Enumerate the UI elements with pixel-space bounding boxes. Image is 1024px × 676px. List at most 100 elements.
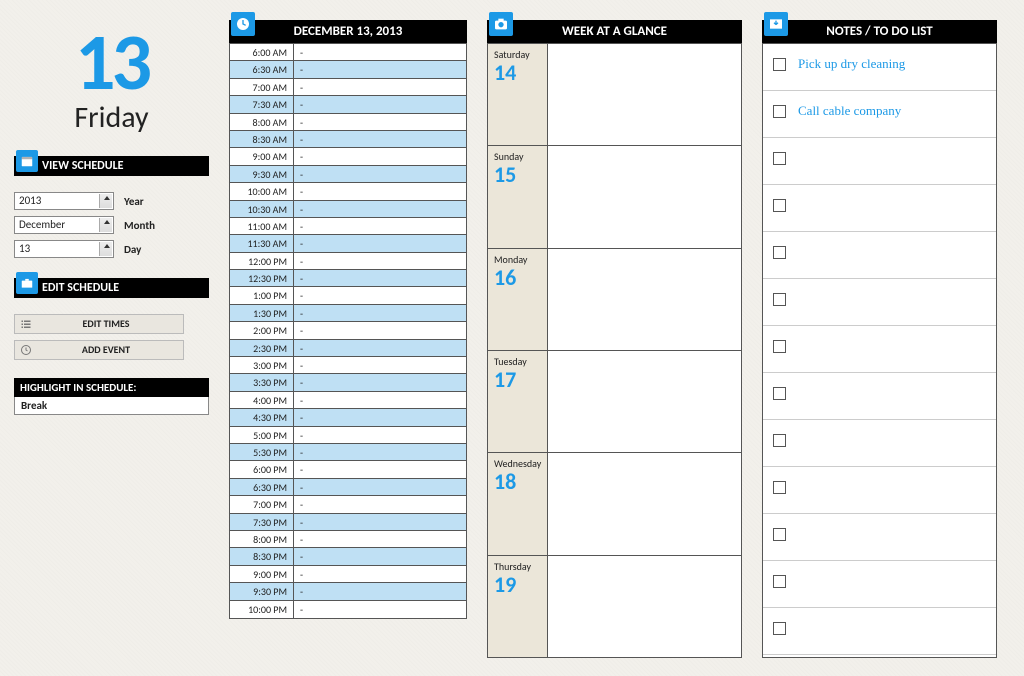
schedule-cell[interactable]: - [294,566,466,582]
schedule-row[interactable]: 6:30 AM- [230,61,466,78]
schedule-row[interactable]: 8:00 AM- [230,114,466,131]
day-spinner[interactable]: 13 [14,240,114,258]
todo-item[interactable] [763,608,996,655]
schedule-cell[interactable]: - [294,583,466,599]
schedule-cell[interactable]: - [294,427,466,443]
todo-item[interactable] [763,514,996,561]
todo-item[interactable] [763,420,996,467]
schedule-row[interactable]: 5:30 PM- [230,444,466,461]
todo-item[interactable] [763,373,996,420]
schedule-cell[interactable]: - [294,201,466,217]
checkbox[interactable] [773,481,786,494]
week-day-row[interactable]: Wednesday18 [488,453,741,555]
week-day-row[interactable]: Saturday14 [488,44,741,146]
schedule-row[interactable]: 9:30 PM- [230,583,466,600]
checkbox[interactable] [773,387,786,400]
schedule-row[interactable]: 12:00 PM- [230,253,466,270]
checkbox[interactable] [773,293,786,306]
schedule-row[interactable]: 7:00 AM- [230,79,466,96]
todo-item[interactable] [763,467,996,514]
week-day-content[interactable] [548,453,741,554]
schedule-row[interactable]: 8:30 AM- [230,131,466,148]
schedule-row[interactable]: 1:00 PM- [230,287,466,304]
schedule-cell[interactable]: - [294,79,466,95]
schedule-cell[interactable]: - [294,270,466,286]
schedule-row[interactable]: 5:00 PM- [230,427,466,444]
schedule-row[interactable]: 4:00 PM- [230,392,466,409]
schedule-row[interactable]: 12:30 PM- [230,270,466,287]
todo-text[interactable]: Pick up dry cleaning [798,56,905,72]
schedule-row[interactable]: 7:30 PM- [230,514,466,531]
week-day-content[interactable] [548,44,741,145]
schedule-row[interactable]: 6:30 PM- [230,479,466,496]
week-day-content[interactable] [548,556,741,657]
checkbox[interactable] [773,152,786,165]
checkbox[interactable] [773,434,786,447]
todo-item[interactable] [763,279,996,326]
week-day-row[interactable]: Tuesday17 [488,351,741,453]
schedule-cell[interactable]: - [294,44,466,60]
schedule-cell[interactable]: - [294,218,466,234]
schedule-cell[interactable]: - [294,444,466,460]
todo-item[interactable]: Call cable company [763,91,996,138]
schedule-row[interactable]: 9:00 PM- [230,566,466,583]
checkbox[interactable] [773,575,786,588]
todo-item[interactable] [763,232,996,279]
checkbox[interactable] [773,622,786,635]
week-day-row[interactable]: Monday16 [488,249,741,351]
schedule-cell[interactable]: - [294,235,466,251]
checkbox[interactable] [773,340,786,353]
schedule-row[interactable]: 6:00 PM- [230,461,466,478]
checkbox[interactable] [773,58,786,71]
week-day-content[interactable] [548,351,741,452]
schedule-cell[interactable]: - [294,601,466,618]
schedule-cell[interactable]: - [294,514,466,530]
checkbox[interactable] [773,528,786,541]
schedule-row[interactable]: 7:00 PM- [230,496,466,513]
schedule-cell[interactable]: - [294,340,466,356]
schedule-row[interactable]: 6:00 AM- [230,44,466,61]
schedule-row[interactable]: 10:00 AM- [230,183,466,200]
schedule-cell[interactable]: - [294,496,466,512]
schedule-row[interactable]: 10:00 PM- [230,601,466,618]
schedule-cell[interactable]: - [294,374,466,390]
schedule-row[interactable]: 8:00 PM- [230,531,466,548]
schedule-row[interactable]: 9:30 AM- [230,166,466,183]
schedule-cell[interactable]: - [294,392,466,408]
year-spinner[interactable]: 2013 [14,192,114,210]
schedule-cell[interactable]: - [294,96,466,112]
schedule-row[interactable]: 11:30 AM- [230,235,466,252]
todo-item[interactable] [763,326,996,373]
schedule-cell[interactable]: - [294,61,466,77]
schedule-row[interactable]: 1:30 PM- [230,305,466,322]
schedule-cell[interactable]: - [294,479,466,495]
schedule-row[interactable]: 10:30 AM- [230,201,466,218]
schedule-cell[interactable]: - [294,548,466,564]
week-day-row[interactable]: Sunday15 [488,146,741,248]
month-spinner[interactable]: December [14,216,114,234]
todo-text[interactable]: Call cable company [798,103,901,119]
schedule-cell[interactable]: - [294,357,466,373]
schedule-cell[interactable]: - [294,461,466,477]
schedule-cell[interactable]: - [294,322,466,338]
highlight-input[interactable]: Break [14,397,209,415]
week-day-content[interactable] [548,249,741,350]
schedule-cell[interactable]: - [294,253,466,269]
schedule-row[interactable]: 8:30 PM- [230,548,466,565]
schedule-row[interactable]: 7:30 AM- [230,96,466,113]
todo-item[interactable] [763,185,996,232]
checkbox[interactable] [773,199,786,212]
schedule-cell[interactable]: - [294,287,466,303]
todo-item[interactable]: Pick up dry cleaning [763,44,996,91]
week-day-row[interactable]: Thursday19 [488,556,741,657]
schedule-cell[interactable]: - [294,131,466,147]
schedule-row[interactable]: 3:30 PM- [230,374,466,391]
schedule-row[interactable]: 2:30 PM- [230,340,466,357]
edit-times-button[interactable]: EDIT TIMES [14,314,184,334]
todo-item[interactable] [763,561,996,608]
schedule-row[interactable]: 11:00 AM- [230,218,466,235]
schedule-row[interactable]: 4:30 PM- [230,409,466,426]
schedule-cell[interactable]: - [294,531,466,547]
checkbox[interactable] [773,246,786,259]
add-event-button[interactable]: ADD EVENT [14,340,184,360]
